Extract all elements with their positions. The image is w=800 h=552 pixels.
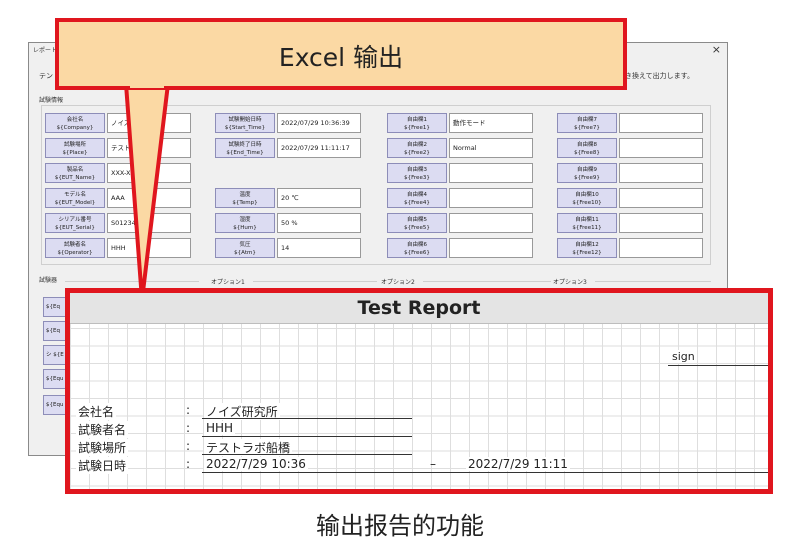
sign-label: sign — [670, 350, 697, 363]
figure-caption: 输出报告的功能 — [316, 512, 484, 540]
start-time-value: 2022/7/29 10:36 — [204, 457, 308, 471]
operator-colon: : — [186, 421, 191, 435]
operator-underline — [202, 436, 412, 437]
company-underline — [202, 418, 412, 419]
report-header-band: Test Report — [70, 293, 768, 324]
datetime-underline — [202, 472, 768, 473]
company-label: 会社名 — [76, 403, 117, 420]
place-colon: : — [186, 439, 191, 453]
place-label: 試験場所 — [76, 439, 129, 456]
time-range-separator: – — [430, 457, 436, 471]
report-title: Test Report — [357, 297, 481, 319]
datetime-label: 試験日時 — [76, 457, 129, 474]
operator-label: 試験者名 — [76, 421, 129, 438]
place-underline — [202, 454, 412, 455]
operator-value: HHH — [204, 421, 236, 435]
sign-line — [668, 365, 768, 366]
end-time-value: 2022/7/29 11:11 — [466, 457, 570, 471]
datetime-colon: : — [186, 457, 191, 471]
excel-report-preview: Test Report sign 会社名 : ノイズ研究所 試験者名 : HHH… — [65, 288, 773, 494]
callout-title: Excel 输出 — [278, 43, 404, 72]
company-colon: : — [186, 403, 191, 417]
